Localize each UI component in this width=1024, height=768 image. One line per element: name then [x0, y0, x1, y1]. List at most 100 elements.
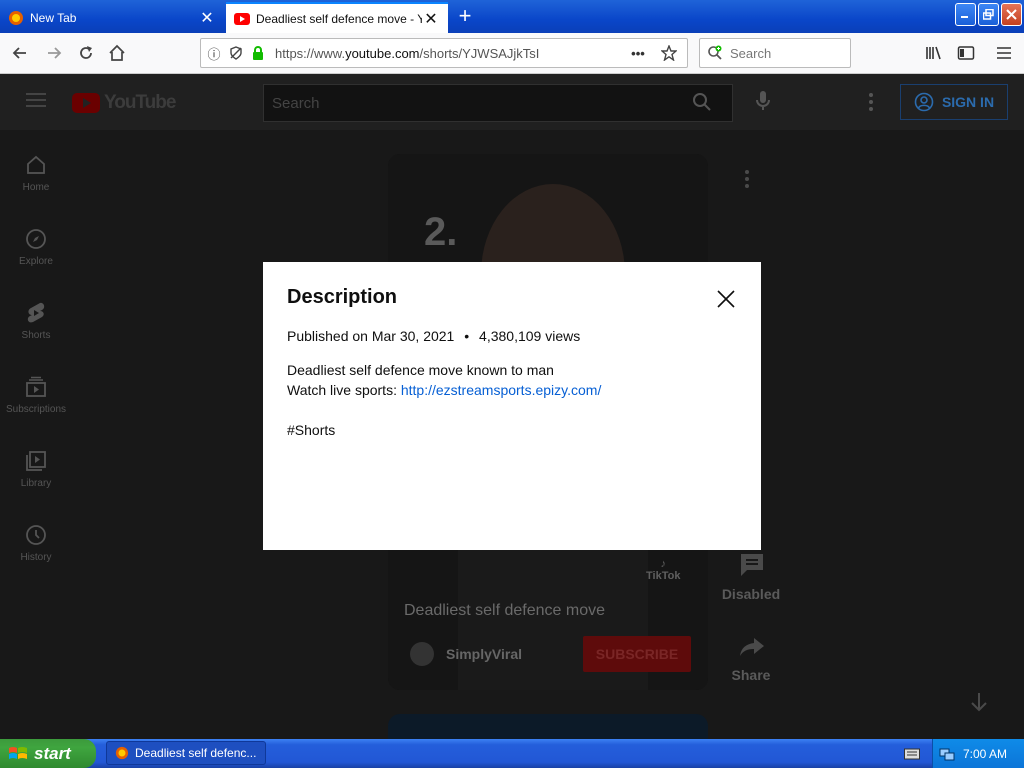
sidebar-label: Library — [20, 478, 52, 489]
new-tab-button[interactable]: + — [452, 5, 478, 29]
windows-logo-icon — [9, 746, 27, 759]
video-more-icon[interactable] — [744, 170, 750, 193]
url-bar[interactable]: ⓘ https://www.youtube.com/shorts/YJWSAJj… — [200, 38, 688, 68]
menu-button[interactable] — [990, 39, 1018, 67]
taskbar-item-label: Deadliest self defenc... — [135, 746, 257, 760]
search-engine-icon[interactable] — [700, 45, 730, 61]
shorts-icon — [0, 300, 72, 326]
bookmark-star-icon[interactable] — [655, 45, 683, 61]
youtube-logo-text: YouTube — [104, 92, 176, 113]
reload-button[interactable] — [72, 39, 100, 67]
sign-in-label: SIGN IN — [941, 94, 995, 110]
navigation-toolbar: ⓘ https://www.youtube.com/shorts/YJWSAJj… — [0, 33, 1024, 74]
meta-separator: • — [464, 328, 470, 344]
minimize-button[interactable] — [955, 3, 976, 26]
clock[interactable]: 7:00 AM — [963, 747, 1007, 761]
watermark-text: TikTok — [646, 570, 681, 582]
youtube-logo-icon — [72, 93, 100, 113]
sidebar-item-history[interactable]: History — [0, 522, 72, 563]
sidebar-toggle-button[interactable] — [952, 39, 980, 67]
tab-strip: New Tab ✕ Deadliest self defence move - … — [0, 0, 1024, 33]
close-icon[interactable] — [715, 288, 737, 310]
history-icon — [0, 522, 72, 548]
next-short-thumbnail[interactable] — [388, 714, 708, 739]
description-line: Watch live sports: http://ezstreamsports… — [287, 380, 737, 400]
window-close-button[interactable] — [1001, 3, 1022, 26]
lock-icon[interactable] — [249, 46, 267, 60]
tab-youtube[interactable]: Deadliest self defence move - YouTube ✕ — [226, 2, 448, 33]
hamburger-menu-icon — [997, 47, 1011, 59]
comments-label: Disabled — [721, 586, 781, 602]
sidebar-label: Shorts — [21, 330, 51, 341]
browser-search-field[interactable]: Search — [699, 38, 851, 68]
close-icon[interactable]: ✕ — [198, 9, 216, 27]
search-icon[interactable] — [692, 92, 712, 117]
subscribe-button[interactable]: SUBSCRIBE — [583, 636, 691, 672]
dialog-title: Description — [287, 286, 398, 308]
taskbar-item-firefox[interactable]: Deadliest self defenc... — [106, 741, 266, 765]
share-label: Share — [731, 667, 771, 683]
system-tray: 7:00 AM — [932, 739, 1024, 768]
sidebar-label: Subscriptions — [5, 404, 67, 415]
comment-icon[interactable] — [738, 552, 766, 583]
description-text: Deadliest self defence move known to man… — [287, 360, 737, 440]
sidebar-label: History — [20, 552, 52, 563]
share-icon[interactable] — [738, 636, 766, 663]
tab-label: Deadliest self defence move - YouTube — [256, 11, 422, 26]
url-text[interactable]: https://www.youtube.com/shorts/YJWSAJjkT… — [275, 46, 621, 61]
sidebar-item-home[interactable]: Home — [0, 152, 72, 193]
microphone-icon[interactable] — [755, 90, 771, 117]
library-icon — [0, 448, 72, 474]
sidebar-label: Explore — [19, 256, 53, 267]
keyboard-icon[interactable] — [904, 747, 920, 765]
hashtag[interactable]: #Shorts — [287, 420, 737, 440]
sidebar-item-subscriptions[interactable]: Subscriptions — [0, 374, 72, 415]
channel-avatar[interactable] — [410, 642, 434, 666]
description-prefix: Watch live sports: — [287, 382, 401, 398]
account-icon — [914, 92, 934, 112]
subscriptions-icon — [0, 374, 72, 400]
windows-taskbar: start Deadliest self defenc... 7:00 AM — [0, 739, 1024, 768]
video-title: Deadliest self defence move — [404, 602, 605, 619]
tab-new-tab[interactable]: New Tab ✕ — [0, 2, 224, 33]
tiktok-icon: ♪ — [660, 558, 666, 570]
home-icon — [0, 152, 72, 178]
next-video-arrow-icon[interactable] — [970, 692, 988, 717]
description-link[interactable]: http://ezstreamsports.epizy.com/ — [401, 382, 601, 398]
guide-menu-icon[interactable] — [26, 92, 46, 113]
compass-icon — [0, 226, 72, 252]
sidebar-item-library[interactable]: Library — [0, 448, 72, 489]
library-button[interactable] — [920, 39, 948, 67]
back-button[interactable] — [6, 39, 34, 67]
more-options-icon[interactable] — [868, 92, 874, 117]
publish-info: Published on Mar 30, 2021 • 4,380,109 vi… — [287, 328, 737, 344]
start-label: start — [34, 743, 71, 763]
forward-button[interactable] — [40, 39, 68, 67]
reload-icon — [80, 46, 92, 59]
start-button[interactable]: start — [0, 739, 96, 768]
forward-arrow-icon — [48, 47, 62, 59]
firefox-icon — [115, 746, 129, 760]
tab-label: New Tab — [30, 10, 77, 25]
youtube-icon — [234, 11, 250, 27]
firefox-icon — [8, 10, 24, 26]
youtube-search-input[interactable]: Search — [263, 84, 733, 122]
tracking-protection-icon[interactable] — [227, 46, 245, 60]
youtube-logo[interactable]: YouTube — [72, 92, 176, 114]
search-placeholder: Search — [730, 45, 772, 61]
sign-in-button[interactable]: SIGN IN — [900, 84, 1008, 120]
sidebar-item-shorts[interactable]: Shorts — [0, 300, 72, 341]
back-arrow-icon — [12, 47, 26, 59]
description-dialog: Description Published on Mar 30, 2021 • … — [263, 262, 761, 550]
library-icon — [926, 46, 941, 60]
sidebar-item-explore[interactable]: Explore — [0, 226, 72, 267]
close-icon[interactable]: ✕ — [422, 10, 440, 28]
channel-name[interactable]: SimplyViral — [446, 646, 522, 662]
info-icon[interactable]: ⓘ — [205, 44, 223, 63]
home-icon — [109, 44, 125, 61]
browser-window: New Tab ✕ Deadliest self defence move - … — [0, 0, 1024, 768]
home-button[interactable] — [103, 39, 131, 67]
page-actions-icon[interactable]: ••• — [625, 46, 651, 61]
youtube-header: YouTube Search SIGN IN — [0, 74, 1024, 130]
restore-button[interactable] — [978, 3, 999, 26]
